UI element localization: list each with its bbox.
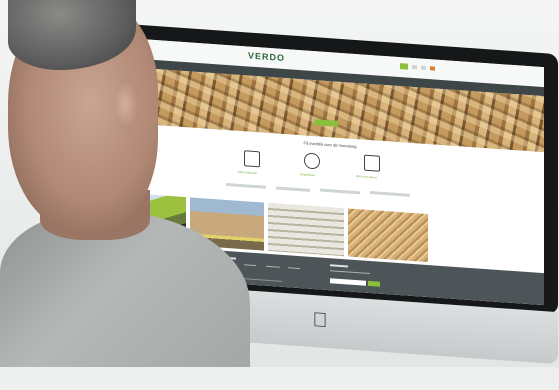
newsletter-heading (330, 264, 348, 268)
box-icon[interactable] (364, 154, 380, 172)
newsletter-email-input[interactable] (330, 278, 366, 286)
person-viewing-screen (0, 0, 250, 367)
notification-icon[interactable] (430, 66, 435, 71)
footer-link[interactable] (266, 265, 280, 268)
footer-link[interactable] (288, 267, 300, 270)
icon-label-agreements[interactable]: Dagsaftaler (300, 172, 315, 177)
search-button[interactable] (400, 63, 408, 70)
feature-link[interactable] (370, 191, 410, 197)
newsletter-submit-button[interactable] (368, 280, 380, 287)
icon-label-deliveries[interactable]: Mine leverancer (356, 174, 377, 179)
person-ear (115, 78, 139, 130)
menu-icon[interactable] (421, 65, 426, 70)
feature-link[interactable] (320, 188, 360, 195)
site-logo[interactable]: VERDO (248, 50, 285, 63)
user-icon[interactable] (412, 64, 417, 70)
newsletter-text (330, 270, 370, 275)
feature-link[interactable] (276, 186, 310, 192)
woodchips-photo-tile[interactable] (348, 208, 428, 263)
apple-logo-icon:  (310, 309, 330, 332)
handshake-icon[interactable] (304, 152, 320, 170)
pellet-bags-photo-tile[interactable] (268, 202, 344, 257)
